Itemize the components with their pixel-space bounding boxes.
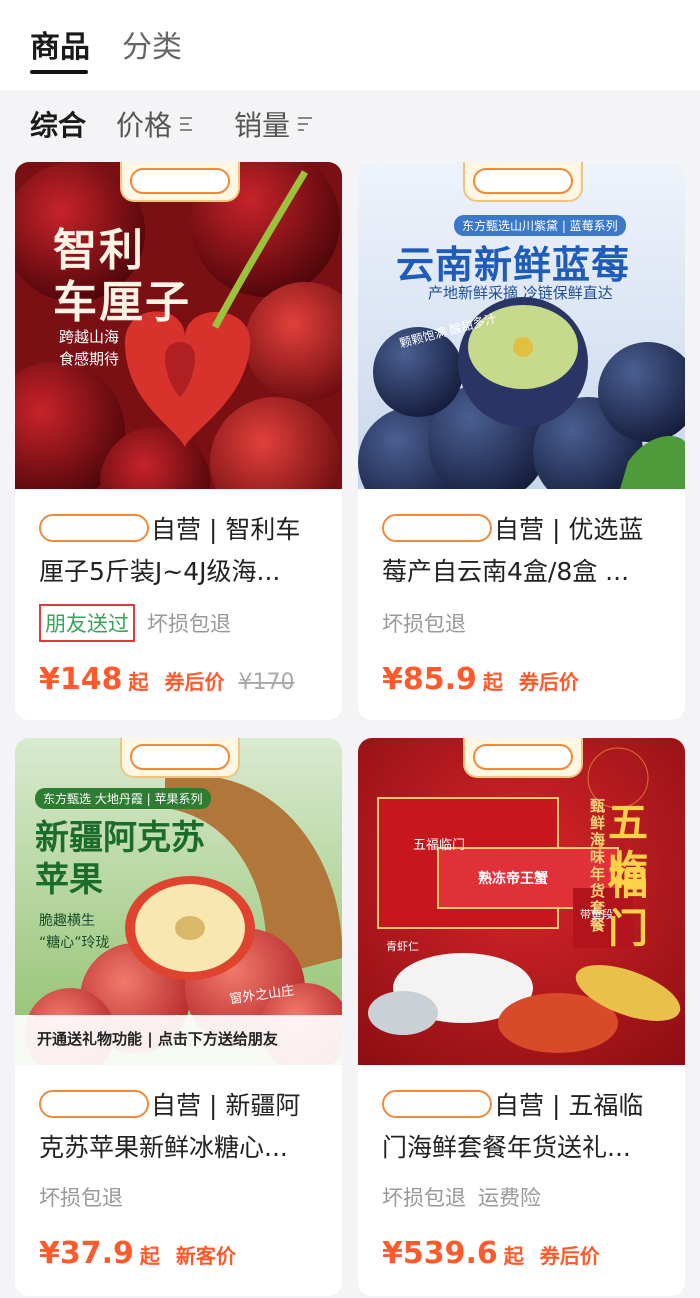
product-card[interactable]: 智利 车厘子 跨越山海 食感期待 自营 | 智利车厘子5斤装J~4J级海... … [15, 162, 342, 720]
redacted-brand [473, 168, 573, 194]
tab-categories[interactable]: 分类 [122, 22, 182, 66]
product-card[interactable]: 东方甄选山川紫黛 | 蓝莓系列 云南新鲜蓝莓 产地新鲜采摘 冷链保鲜直达 颗颗饱… [358, 162, 685, 720]
redacted-brand [130, 744, 230, 770]
price: ¥85.9 [382, 662, 477, 697]
damage-refund-tag: 坏损包退 [382, 612, 466, 636]
redacted-brand [473, 744, 573, 770]
filter-price-label: 价格 [116, 109, 173, 142]
box-label: 五福临门 [413, 838, 466, 853]
damage-refund-tag: 坏损包退 [147, 612, 231, 636]
box-label: 熟冻帝王蟹 [478, 871, 548, 887]
product-title[interactable]: 自营 | 智利车厘子5斤装J~4J级海... [39, 509, 321, 593]
active-tab-indicator [30, 70, 88, 74]
tag-row: 朋友送过 坏损包退 [39, 604, 231, 642]
product-image-apples[interactable]: 东方甄选 大地丹霞 | 苹果系列 新疆阿克苏 苹果 脆趣横生 “糖心”玲珑 窗外… [15, 738, 342, 1065]
image-subtext: 食感期待 [59, 350, 120, 368]
product-card[interactable]: 甄鲜海味年货套餐 五福 临门 五福临门 熟冻帝王蟹 青虾仁 带鱼段 自营 | 五… [358, 738, 685, 1296]
brand-tag [463, 162, 583, 202]
filter-bar: 综合 价格 销量 [0, 90, 700, 152]
sort-icon [180, 117, 193, 131]
brand-tag [120, 162, 240, 202]
price-note: 券后价 [518, 670, 579, 694]
image-headline: 车厘子 [53, 277, 191, 328]
price: ¥148 [39, 662, 123, 697]
filter-comprehensive-label: 综合 [30, 109, 87, 142]
image-headline: 苹果 [35, 860, 103, 900]
box-label: 带鱼段 [580, 908, 613, 921]
price-suffix: 起 [139, 1244, 160, 1268]
price-note: 新客价 [175, 1244, 236, 1268]
redacted-store-name [382, 1090, 492, 1118]
sort-icon [298, 117, 313, 131]
product-image-blueberries[interactable]: 东方甄选山川紫黛 | 蓝莓系列 云南新鲜蓝莓 产地新鲜采摘 冷链保鲜直达 颗颗饱… [358, 162, 685, 489]
price-note: 券后价 [164, 670, 225, 694]
tab-products[interactable]: 商品 [30, 22, 90, 66]
tag-row: 坏损包退 [382, 608, 466, 638]
product-title[interactable]: 自营 | 新疆阿克苏苹果新鲜冰糖心... [39, 1085, 321, 1169]
price-suffix: 起 [503, 1244, 524, 1268]
tag-row: 坏损包退 [39, 1182, 123, 1212]
filter-price[interactable]: 价格 [116, 104, 196, 144]
filter-sales-label: 销量 [234, 109, 291, 142]
image-series-label: 东方甄选山川紫黛 | 蓝莓系列 [454, 215, 626, 236]
price-suffix: 起 [482, 670, 503, 694]
original-price: ¥170 [238, 670, 295, 695]
redacted-store-name [39, 514, 149, 542]
damage-refund-tag: 坏损包退 [39, 1186, 123, 1210]
price-row: ¥148 起 券后价 ¥170 [39, 662, 295, 697]
price-note: 券后价 [539, 1244, 600, 1268]
price-row: ¥539.6 起 券后价 [382, 1236, 600, 1271]
image-subtext: 产地新鲜采摘 冷链保鲜直达 [428, 284, 613, 302]
filter-sales[interactable]: 销量 [234, 104, 314, 144]
redacted-store-name [39, 1090, 149, 1118]
title-self-operated: 自营 [151, 515, 202, 544]
product-image-seafood[interactable]: 甄鲜海味年货套餐 五福 临门 五福临门 熟冻帝王蟹 青虾仁 带鱼段 [358, 738, 685, 1065]
product-title[interactable]: 自营 | 优选蓝莓产自云南4盒/8盒 ... [382, 509, 664, 593]
redacted-brand [130, 168, 230, 194]
image-series-label: 东方甄选 大地丹霞 | 苹果系列 [35, 788, 211, 809]
price: ¥37.9 [39, 1236, 134, 1271]
image-subtext: 脆趣横生 [39, 913, 95, 929]
gift-banner: 开通送礼物功能 | 点击下方送给朋友 [37, 1030, 278, 1048]
image-headline: 临门 [608, 848, 648, 952]
shipping-insurance-tag: 运费险 [478, 1186, 541, 1210]
brand-tag [463, 738, 583, 778]
title-self-operated: 自营 [494, 515, 545, 544]
product-title[interactable]: 自营 | 五福临门海鲜套餐年货送礼... [382, 1085, 664, 1169]
title-self-operated: 自营 [494, 1091, 545, 1120]
product-image-cherries[interactable]: 智利 车厘子 跨越山海 食感期待 [15, 162, 342, 489]
price-suffix: 起 [128, 670, 149, 694]
damage-refund-tag: 坏损包退 [382, 1186, 466, 1210]
title-self-operated: 自营 [151, 1091, 202, 1120]
image-subtext: 跨越山海 [59, 328, 120, 346]
brand-tag [120, 738, 240, 778]
image-subtext: “糖心”玲珑 [39, 935, 110, 951]
image-headline: 云南新鲜蓝莓 [396, 243, 631, 287]
price: ¥539.6 [382, 1236, 498, 1271]
price-row: ¥85.9 起 券后价 [382, 662, 579, 697]
product-card[interactable]: 东方甄选 大地丹霞 | 苹果系列 新疆阿克苏 苹果 脆趣横生 “糖心”玲珑 窗外… [15, 738, 342, 1296]
top-tab-bar: 商品 分类 [0, 0, 700, 90]
price-row: ¥37.9 起 新客价 [39, 1236, 236, 1271]
redacted-store-name [382, 514, 492, 542]
tag-row: 坏损包退 运费险 [382, 1182, 541, 1212]
filter-comprehensive[interactable]: 综合 [30, 104, 86, 144]
box-label: 青虾仁 [386, 940, 419, 953]
friend-gifted-tag: 朋友送过 [39, 604, 135, 642]
